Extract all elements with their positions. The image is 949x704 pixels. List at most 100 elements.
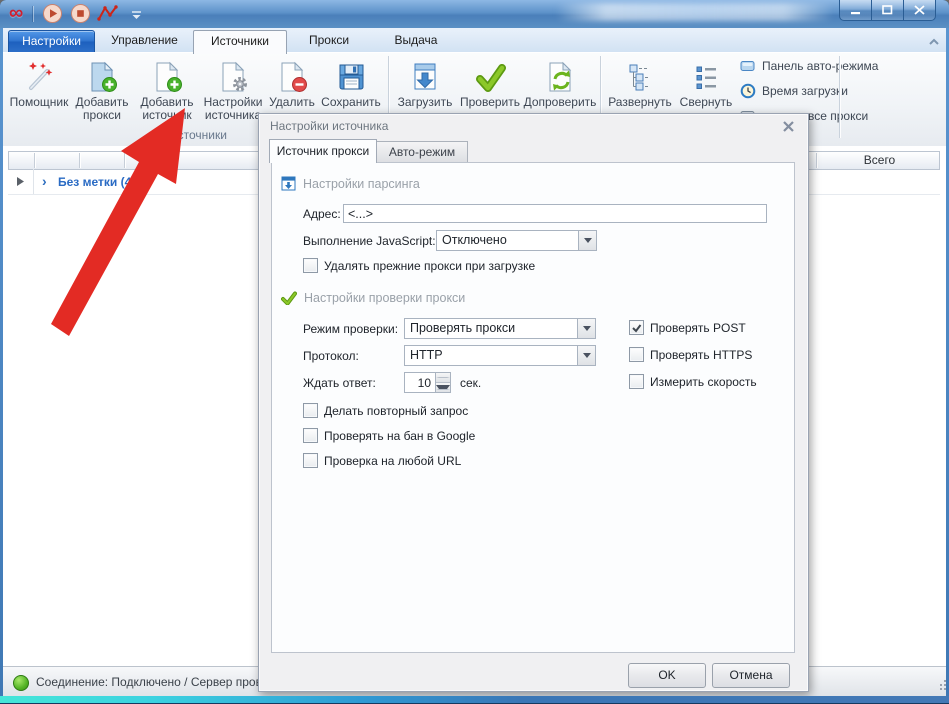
minimize-icon <box>851 6 861 15</box>
dropdown-button[interactable] <box>577 319 595 338</box>
button-label: Сохранить <box>321 96 381 109</box>
title-bar[interactable]: ∞ <box>0 0 949 28</box>
check-mode-label: Режим проверки: <box>303 322 398 336</box>
column-divider <box>124 153 125 168</box>
checkbox-unchecked[interactable] <box>629 374 644 389</box>
checkbox-checked[interactable] <box>629 320 644 335</box>
measure-speed-checkbox[interactable]: Измерить скорость <box>629 374 757 389</box>
column-divider <box>79 153 80 168</box>
dialog-tab-source[interactable]: Источник прокси <box>269 139 377 163</box>
maximize-icon <box>882 5 893 15</box>
button-label: Помощник <box>10 96 69 109</box>
maximize-button[interactable] <box>871 0 904 21</box>
remove-old-proxies-checkbox[interactable]: Удалять прежние прокси при загрузке <box>303 258 535 273</box>
quick-access-dropdown[interactable] <box>131 9 142 23</box>
tab-istochniki[interactable]: Источники <box>193 30 287 54</box>
dialog-tab-automode[interactable]: Авто-режим <box>376 141 468 162</box>
js-execution-label: Выполнение JavaScript: <box>303 234 436 248</box>
chevron-up-icon <box>436 377 450 378</box>
minimize-button[interactable] <box>839 0 872 21</box>
row-selector-cell[interactable] <box>8 169 34 194</box>
window-controls <box>840 0 936 21</box>
chevron-down-icon <box>583 353 591 358</box>
address-input[interactable] <box>343 204 767 223</box>
tab-nastroyki[interactable]: Настройки <box>8 30 95 53</box>
checkbox-unchecked[interactable] <box>303 428 318 443</box>
page-gear-icon <box>217 57 249 93</box>
window-border-bottom <box>0 696 949 704</box>
protocol-select[interactable]: HTTP <box>404 345 596 366</box>
tab-proksi[interactable]: Прокси <box>287 30 371 51</box>
checkbox-unchecked[interactable] <box>303 258 318 273</box>
load-time-toggle[interactable]: Время загрузки <box>740 83 848 99</box>
protocol-label: Протокол: <box>303 349 359 363</box>
checkbox-unchecked[interactable] <box>303 403 318 418</box>
app-window: ∞ Настройки Управление Источники Прокси … <box>0 0 949 704</box>
selected-value: Проверять прокси <box>405 319 577 338</box>
list-icon <box>690 57 722 93</box>
check-icon <box>281 291 297 305</box>
tab-upravlenie[interactable]: Управление <box>98 30 191 51</box>
close-button[interactable] <box>903 0 936 21</box>
stats-button[interactable] <box>97 4 119 25</box>
checkbox-unchecked[interactable] <box>629 347 644 362</box>
option-label: Время загрузки <box>762 84 848 98</box>
tree-expand-icon <box>624 57 656 93</box>
button-label: Добавить прокси <box>71 96 133 122</box>
checkbox-label: Удалять прежние прокси при загрузке <box>324 259 535 273</box>
chevron-down-icon <box>583 326 591 331</box>
dropdown-button[interactable] <box>578 231 596 250</box>
check-mode-select[interactable]: Проверять прокси <box>404 318 596 339</box>
cancel-button[interactable]: Отмена <box>712 663 790 688</box>
option-label: Панель авто-режима <box>762 59 878 73</box>
checkbox-label: Проверять HTTPS <box>650 348 752 362</box>
button-label: Добавить источник <box>135 96 199 122</box>
checkbox-label: Проверять POST <box>650 321 746 335</box>
auto-mode-panel-toggle[interactable]: Панель авто-режима <box>740 58 878 74</box>
stop-icon <box>70 3 91 24</box>
retry-request-checkbox[interactable]: Делать повторный запрос <box>303 403 468 418</box>
google-ban-checkbox[interactable]: Проверять на бан в Google <box>303 428 475 443</box>
start-button[interactable] <box>42 3 63 27</box>
column-header-total[interactable]: Всего <box>817 152 942 169</box>
section-title: Настройки парсинга <box>303 177 420 191</box>
triangle-right-icon <box>17 177 24 186</box>
ribbon-separator <box>839 56 840 138</box>
button-label: Настройки источника <box>200 96 266 122</box>
graph-zigzag-icon <box>97 4 119 22</box>
page-remove-icon <box>276 57 308 93</box>
stepper-up-button[interactable] <box>436 373 450 383</box>
window-title-redacted <box>556 3 834 21</box>
chevron-up-icon <box>928 37 940 46</box>
selected-value: HTTP <box>405 346 577 365</box>
stepper-value: 10 <box>405 373 435 392</box>
checkbox-unchecked[interactable] <box>303 453 318 468</box>
resize-grip[interactable] <box>936 688 938 690</box>
checking-section-header: Настройки проверки прокси <box>281 291 465 305</box>
dialog-close-button[interactable] <box>782 120 795 133</box>
stepper-down-button[interactable] <box>436 383 450 392</box>
any-url-checkbox[interactable]: Проверка на любой URL <box>303 453 461 468</box>
button-label: Загрузить <box>398 96 453 109</box>
helper-button[interactable]: Помощник <box>9 55 69 141</box>
parser-icon <box>281 176 296 191</box>
expand-chevron-icon[interactable]: › <box>42 173 47 189</box>
button-label: Свернуть <box>680 96 733 109</box>
button-label: Развернуть <box>608 96 672 109</box>
close-icon <box>914 5 925 15</box>
check-post-checkbox[interactable]: Проверять POST <box>629 320 746 335</box>
ok-button[interactable]: OK <box>628 663 706 688</box>
collapse-ribbon-button[interactable] <box>928 35 940 49</box>
button-label: Проверить <box>460 96 520 109</box>
ribbon-tab-strip: Настройки Управление Источники Прокси Вы… <box>3 28 946 52</box>
check-https-checkbox[interactable]: Проверять HTTPS <box>629 347 752 362</box>
dropdown-button[interactable] <box>577 346 595 365</box>
panel-icon <box>740 58 756 74</box>
js-execution-select[interactable]: Отключено <box>436 230 597 251</box>
tab-vydacha[interactable]: Выдача <box>373 30 459 51</box>
stop-button[interactable] <box>70 3 91 27</box>
wait-seconds-stepper[interactable]: 10 <box>404 372 451 393</box>
magic-wand-icon <box>23 57 55 93</box>
clock-icon <box>740 83 756 99</box>
button-label: Допроверить <box>524 96 597 109</box>
